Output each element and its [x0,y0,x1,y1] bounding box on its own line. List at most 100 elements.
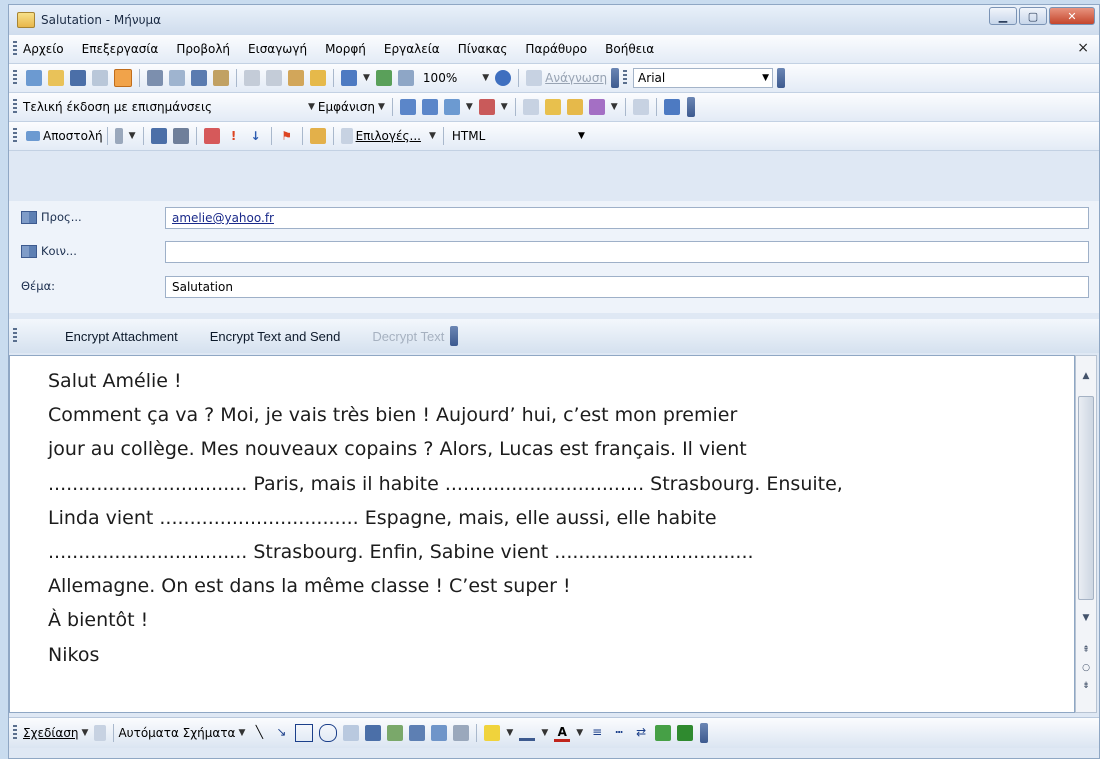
toolbar-options-icon[interactable] [700,723,709,743]
close-document-button[interactable]: × [1077,40,1089,56]
toolbar-grip[interactable] [13,99,17,115]
arrow-style-icon[interactable]: ⇄ [633,725,649,741]
insert-comment-icon[interactable] [522,99,539,115]
message-format-select[interactable]: HTML ▼ [448,126,588,146]
next-page-icon[interactable]: ⇟ [1078,678,1094,694]
high-importance-icon[interactable]: ! [226,128,242,144]
flag-icon[interactable]: ⚑ [279,128,295,144]
print-preview-icon[interactable] [169,70,185,86]
format-painter-icon[interactable] [310,70,326,86]
document-map-icon[interactable] [663,99,680,115]
message-body-text[interactable]: Salut Amélie ! Comment ça va ? Moi, je v… [48,364,1068,672]
low-importance-icon[interactable]: ↓ [248,128,264,144]
chevron-down-icon[interactable]: ▼ [576,728,583,738]
paste-icon[interactable] [288,70,304,86]
chevron-down-icon[interactable]: ▼ [506,728,513,738]
to-field[interactable]: amelie@yahoo.fr [165,207,1089,229]
menu-edit[interactable]: Επεξεργασία [82,42,159,56]
line-icon[interactable]: ╲ [251,725,267,741]
select-objects-icon[interactable] [94,725,107,741]
minimize-button[interactable]: ▁ [989,7,1017,25]
chevron-down-icon[interactable]: ▼ [482,73,489,83]
permission-icon[interactable] [92,70,108,86]
chevron-down-icon[interactable]: ▼ [541,728,548,738]
new-icon[interactable] [26,70,42,86]
encrypt-attachment-button[interactable]: Encrypt Attachment [65,329,178,344]
menu-table[interactable]: Πίνακας [458,42,508,56]
accept-change-icon[interactable] [443,99,460,115]
next-change-icon[interactable] [421,99,438,115]
chevron-down-icon[interactable]: ▼ [501,102,508,112]
ink-comment-icon[interactable] [544,99,561,115]
toolbar-options-icon[interactable] [686,97,695,117]
zoom-value[interactable]: 100% [423,71,457,85]
copy-icon[interactable] [266,70,282,86]
email-icon[interactable] [114,69,132,87]
to-button[interactable]: Προς... [21,210,82,224]
menu-window[interactable]: Παράθυρο [525,42,587,56]
font-name-select[interactable]: Arial ▼ [633,68,774,88]
toolbar-options-icon[interactable] [450,326,459,346]
select-browse-object-icon[interactable]: ○ [1078,660,1094,676]
line-style-icon[interactable]: ≡ [589,725,605,741]
vertical-scrollbar[interactable]: ▲ ▼ ⇞ ○ ⇟ [1075,355,1097,713]
show-button[interactable]: Εμφάνιση [318,100,375,114]
toolbar-grip[interactable] [13,128,17,144]
menu-file[interactable]: Αρχείο [23,42,64,56]
draw-menu-button[interactable]: Σχεδίαση [23,726,79,740]
save-icon[interactable] [70,70,86,86]
toolbar-grip[interactable] [13,70,17,86]
print-icon[interactable] [147,70,163,86]
chevron-down-icon[interactable]: ▼ [308,102,315,112]
3d-style-icon[interactable] [677,725,694,741]
shadow-icon[interactable] [453,725,470,741]
autoshapes-menu-button[interactable]: Αυτόματα Σχήματα [118,726,235,740]
highlight-icon[interactable] [566,99,583,115]
subject-field[interactable]: Salutation [165,276,1089,298]
hyperlink-icon[interactable] [375,70,392,86]
fill-color-icon[interactable] [484,725,501,741]
attach-icon[interactable] [114,128,123,144]
maximize-button[interactable]: ▢ [1019,7,1047,25]
options-button[interactable]: Επιλογές... [356,129,421,143]
chevron-down-icon[interactable]: ▼ [429,131,436,141]
toolbar-grip[interactable] [13,328,17,344]
previous-change-icon[interactable] [399,99,416,115]
menu-insert[interactable]: Εισαγωγή [248,42,307,56]
reject-change-icon[interactable] [478,99,495,115]
cc-button[interactable]: Κοιν... [21,244,77,258]
permission-icon[interactable] [309,128,326,144]
signature-icon[interactable] [203,128,220,144]
check-names-icon[interactable] [172,128,189,144]
encrypt-text-send-button[interactable]: Encrypt Text and Send [210,329,341,344]
toolbar-grip[interactable] [623,70,628,86]
menu-help[interactable]: Βοήθεια [605,42,654,56]
undo-icon[interactable] [341,70,357,86]
menu-view[interactable]: Προβολή [176,42,230,56]
table-icon[interactable] [397,70,414,86]
decrypt-text-button[interactable]: Decrypt Text [372,329,444,344]
text-box-icon[interactable] [343,725,360,741]
chevron-down-icon[interactable]: ▼ [363,73,370,83]
cc-field[interactable] [165,241,1089,263]
close-window-button[interactable]: ✕ [1049,7,1095,25]
toolbar-grip[interactable] [13,725,17,741]
previous-page-icon[interactable]: ⇞ [1078,642,1094,658]
diagram-icon[interactable] [387,725,404,741]
chevron-down-icon[interactable]: ▼ [466,102,473,112]
scrollbar-thumb[interactable] [1078,396,1094,600]
cut-icon[interactable] [244,70,260,86]
reviewing-pane-icon[interactable] [632,99,649,115]
display-for-review-select[interactable]: Τελική έκδοση με επισημάνσεις [23,100,305,114]
rectangle-icon[interactable] [295,724,314,742]
send-button[interactable]: Αποστολή [43,129,103,143]
clip-art-icon[interactable] [409,725,426,741]
chevron-down-icon[interactable]: ▼ [238,728,245,738]
toolbar-options-icon[interactable] [611,68,620,88]
read-button[interactable]: Ανάγνωση [545,71,607,85]
research-icon[interactable] [213,70,229,86]
address-book-icon[interactable] [150,128,167,144]
oval-icon[interactable] [319,724,338,742]
shadow-style-icon[interactable] [655,725,672,741]
chevron-down-icon[interactable]: ▼ [82,728,89,738]
